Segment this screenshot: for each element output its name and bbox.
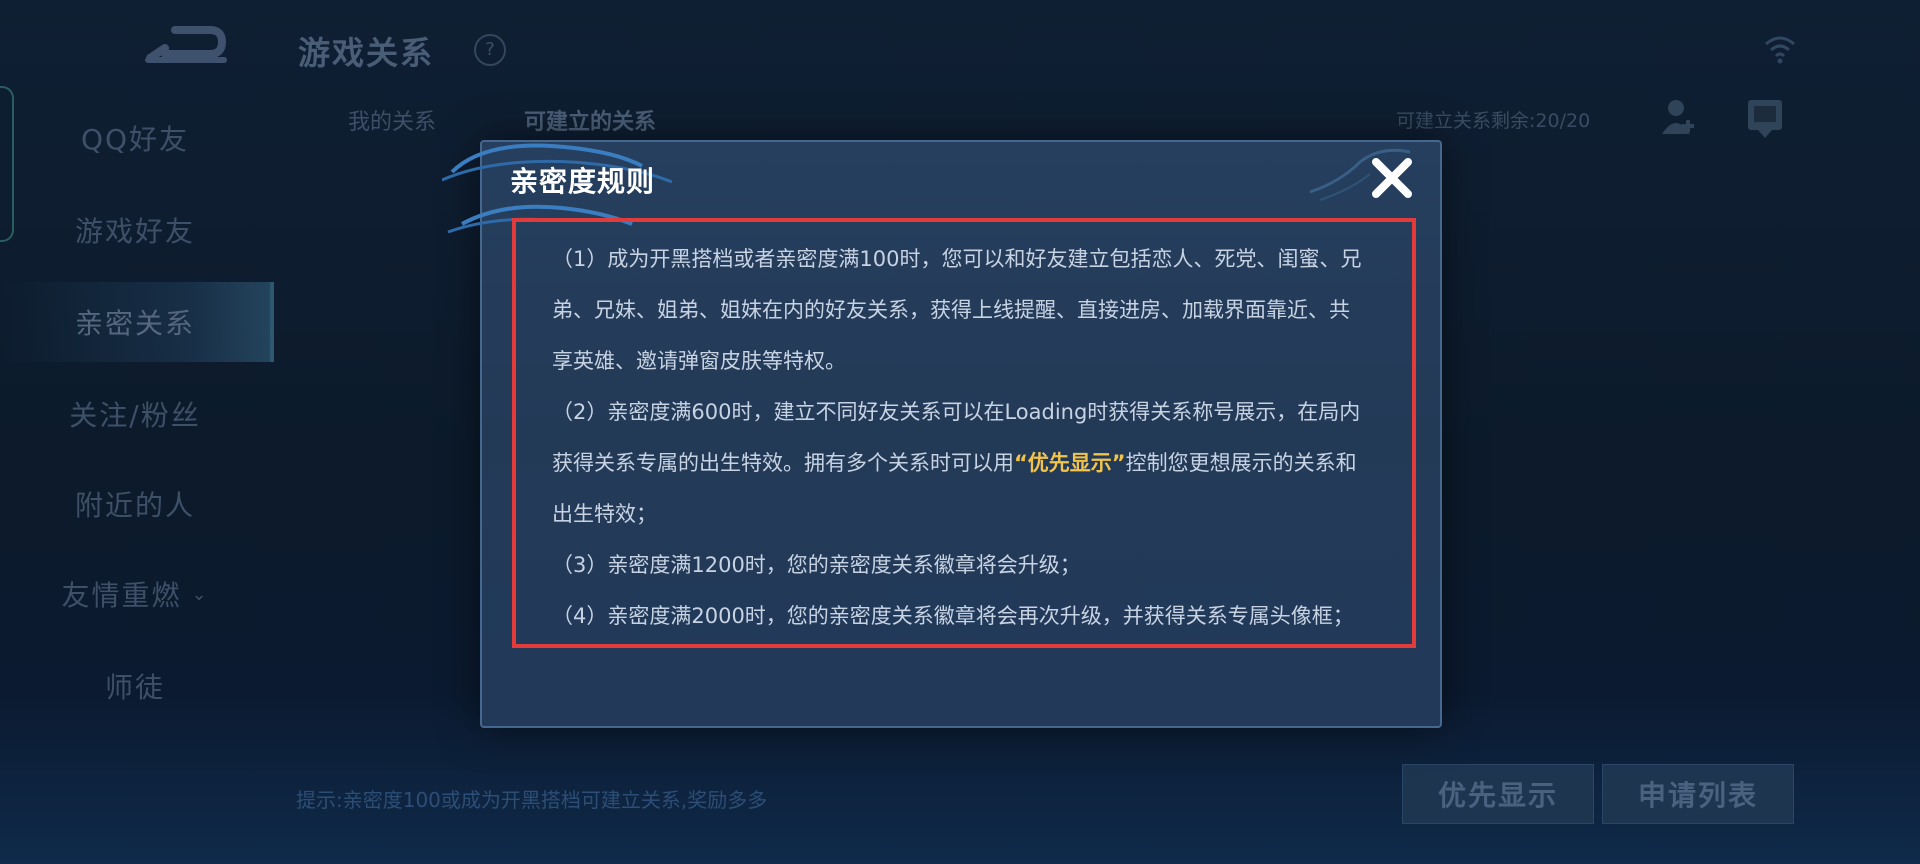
priority-display-highlight: “优先显示” bbox=[1014, 451, 1126, 475]
rule-4: （4）亲密度满2000时，您的亲密度关系徽章将会再次升级，并获得关系专属头像框； bbox=[552, 604, 1354, 628]
sidebar-item-label: 师徒 bbox=[104, 671, 165, 704]
sidebar: QQ好友 游戏好友 亲密关系 关注/粉丝 附近的人 友情重燃 ⌄ 师徒 bbox=[0, 0, 274, 864]
application-list-button[interactable]: 申请列表 bbox=[1602, 764, 1794, 824]
sidebar-item-intimate-relations[interactable]: 亲密关系 bbox=[0, 282, 274, 362]
sidebar-item-label: 关注/粉丝 bbox=[69, 399, 201, 432]
question-icon[interactable]: ? bbox=[474, 34, 506, 66]
sidebar-item-label: 游戏好友 bbox=[74, 215, 195, 248]
sidebar-item-follow-fans[interactable]: 关注/粉丝 bbox=[0, 374, 270, 454]
hint-text: 提示:亲密度100或成为开黑搭档可建立关系,奖励多多 bbox=[296, 788, 768, 812]
page-title: 游戏关系 bbox=[298, 34, 435, 72]
intimacy-rules-dialog: 亲密度规则 （1）成为开黑搭档或者亲密度满100时，您可以和好友建立包括恋人、死… bbox=[442, 140, 1442, 728]
dialog-title: 亲密度规则 bbox=[510, 165, 656, 198]
rule-1: （1）成为开黑搭档或者亲密度满100时，您可以和好友建立包括恋人、死党、闺蜜、兄… bbox=[552, 247, 1362, 373]
sidebar-item-nearby[interactable]: 附近的人 bbox=[0, 464, 270, 544]
sidebar-item-label: QQ好友 bbox=[80, 123, 190, 156]
add-person-icon[interactable] bbox=[1658, 96, 1700, 140]
tab-my-relations[interactable]: 我的关系 bbox=[348, 104, 436, 136]
mailbox-icon[interactable] bbox=[1744, 96, 1786, 140]
sidebar-item-label: 附近的人 bbox=[74, 489, 195, 522]
sidebar-item-game-friends[interactable]: 游戏好友 bbox=[0, 190, 270, 270]
wifi-icon bbox=[1765, 36, 1795, 64]
sidebar-item-label: 亲密关系 bbox=[74, 307, 195, 340]
rule-3: （3）亲密度满1200时，您的亲密度关系徽章将会升级； bbox=[552, 553, 1081, 577]
quota-text: 可建立关系剩余:20/20 bbox=[1396, 110, 1591, 132]
dialog-header: 亲密度规则 bbox=[442, 142, 1440, 234]
priority-display-button[interactable]: 优先显示 bbox=[1402, 764, 1594, 824]
close-x-icon[interactable] bbox=[1368, 154, 1416, 202]
rules-text: （1）成为开黑搭档或者亲密度满100时，您可以和好友建立包括恋人、死党、闺蜜、兄… bbox=[552, 234, 1362, 642]
sidebar-item-rekindle[interactable]: 友情重燃 ⌄ bbox=[0, 554, 270, 634]
sidebar-item-mentor[interactable]: 师徒 bbox=[0, 646, 270, 726]
app-root: 游戏关系 ? QQ好友 游戏好友 亲密关系 关注/粉丝 附近的人 友情重燃 ⌄ … bbox=[0, 0, 1920, 864]
chevron-down-icon: ⌄ bbox=[191, 583, 209, 605]
rule-2: （2）亲密度满600时，建立不同好友关系可以在Loading时获得关系称号展示，… bbox=[552, 387, 1362, 540]
sidebar-item-qq-friends[interactable]: QQ好友 bbox=[0, 98, 270, 178]
sidebar-item-label: 友情重燃 bbox=[61, 579, 182, 612]
